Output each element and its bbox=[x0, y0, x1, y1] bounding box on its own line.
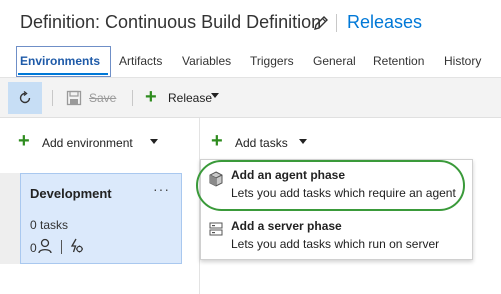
release-button[interactable]: Release bbox=[168, 91, 212, 105]
caret-down-icon[interactable] bbox=[150, 139, 158, 144]
tab-artifacts[interactable]: Artifacts bbox=[119, 54, 162, 68]
menu-item-description: Lets you add tasks which run on server bbox=[231, 237, 440, 251]
tab-variables[interactable]: Variables bbox=[182, 54, 231, 68]
caret-down-icon[interactable] bbox=[299, 139, 307, 144]
toolbar-divider bbox=[52, 90, 53, 106]
tab-retention[interactable]: Retention bbox=[373, 54, 424, 68]
environment-card-edge bbox=[0, 173, 20, 264]
tab-history[interactable]: History bbox=[444, 54, 481, 68]
title-divider bbox=[336, 14, 337, 32]
approvers-count: 0 bbox=[30, 241, 37, 255]
server-phase-icon bbox=[209, 222, 223, 236]
environment-task-count[interactable]: 0 tasks bbox=[30, 218, 68, 232]
active-tab-indicator bbox=[18, 73, 108, 75]
page-title: Definition: Continuous Build Definition bbox=[20, 12, 322, 32]
menu-item-server-phase[interactable]: Add a server phase Lets you add tasks wh… bbox=[201, 211, 472, 255]
trigger-icon[interactable] bbox=[68, 238, 84, 254]
releases-link[interactable]: Releases bbox=[347, 12, 422, 33]
person-icon[interactable] bbox=[38, 238, 52, 254]
pencil-icon[interactable] bbox=[313, 15, 329, 31]
plus-icon: + bbox=[18, 130, 30, 152]
highlight-outline bbox=[196, 160, 465, 211]
save-button[interactable]: Save bbox=[89, 91, 116, 105]
toolbar-divider bbox=[132, 90, 133, 106]
menu-item-title: Add a server phase bbox=[231, 219, 342, 233]
save-icon bbox=[66, 90, 82, 106]
add-environment-button[interactable]: Add environment bbox=[42, 136, 133, 150]
plus-icon: + bbox=[145, 86, 157, 108]
add-tasks-button[interactable]: Add tasks bbox=[235, 136, 288, 150]
plus-icon: + bbox=[211, 130, 223, 152]
tab-environments[interactable]: Environments bbox=[20, 54, 100, 68]
refresh-button[interactable] bbox=[8, 82, 42, 114]
caret-down-icon[interactable] bbox=[211, 93, 219, 98]
tab-triggers[interactable]: Triggers bbox=[250, 54, 294, 68]
refresh-icon bbox=[19, 90, 31, 104]
more-options-button[interactable]: ··· bbox=[153, 181, 170, 197]
tab-general[interactable]: General bbox=[313, 54, 356, 68]
card-divider bbox=[61, 240, 62, 254]
environment-name: Development bbox=[30, 186, 112, 201]
